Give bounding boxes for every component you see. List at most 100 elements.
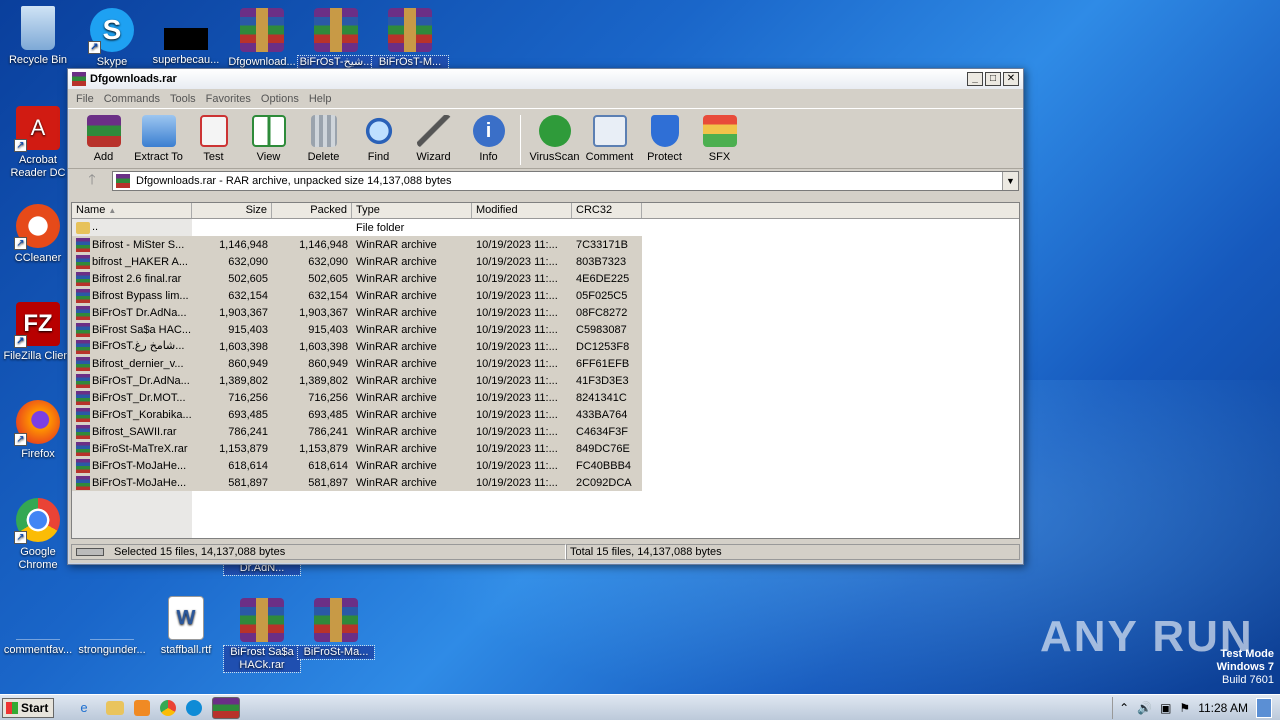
file-row[interactable]: Bifrost_dernier_v... 860,949 860,949 WinRAR… bbox=[72, 355, 1019, 372]
desktop-icon-superbecau[interactable]: superbecau... bbox=[148, 28, 224, 67]
tray-chevron-up-icon[interactable]: ⌃ bbox=[1119, 701, 1129, 715]
folder-icon bbox=[141, 115, 176, 147]
add-icon bbox=[86, 115, 121, 147]
file-name: BiFrOsT_Dr.AdNa... bbox=[92, 374, 190, 387]
info-button[interactable]: i Info bbox=[461, 115, 516, 163]
file-row[interactable]: BiFrOsT Dr.AdNa... 1,903,367 1,903,367 WinR… bbox=[72, 304, 1019, 321]
column-crc32[interactable]: CRC32 bbox=[572, 203, 642, 218]
window-titlebar[interactable]: Dfgownloads.rar _ □ ✕ bbox=[68, 69, 1023, 89]
menu-file[interactable]: File bbox=[72, 93, 100, 105]
file-packed: 786,241 bbox=[308, 425, 348, 438]
trash-icon bbox=[310, 115, 337, 147]
maximize-button[interactable]: □ bbox=[985, 72, 1001, 86]
file-row[interactable]: BiFrOsT.شامخ رغ... 1,603,398 1,603,398 WinR… bbox=[72, 338, 1019, 355]
file-name: BiFrOsT-MoJaHe... bbox=[92, 476, 187, 489]
winrar-taskbar-icon[interactable] bbox=[212, 696, 240, 719]
desktop-icon-label: FileZilla Client bbox=[3, 350, 73, 362]
menu-tools[interactable]: Tools bbox=[166, 93, 202, 105]
file-crc: C5983087 bbox=[576, 323, 627, 336]
test-button[interactable]: Test bbox=[186, 115, 241, 163]
address-bar[interactable]: Dfgownloads.rar - RAR archive, unpacked … bbox=[112, 170, 1019, 191]
extract-to-button[interactable]: Extract To bbox=[131, 115, 186, 163]
desktop-icon-staffball[interactable]: W staffball.rtf bbox=[148, 596, 224, 657]
desktop-icon-firefox[interactable]: ↗ Firefox bbox=[0, 400, 76, 461]
file-modified: 10/19/2023 11:... bbox=[476, 391, 558, 404]
ccleaner-icon: ↗ bbox=[14, 204, 60, 250]
file-row[interactable]: Bifrost - MiSter S... 1,146,948 1,146,948 W… bbox=[72, 236, 1019, 253]
menu-favorites[interactable]: Favorites bbox=[202, 93, 257, 105]
delete-button[interactable]: Delete bbox=[296, 115, 351, 163]
menu-help[interactable]: Help bbox=[305, 93, 338, 105]
desktop-icon-chrome[interactable]: ↗ Google Chrome bbox=[0, 498, 76, 572]
column-packed[interactable]: Packed bbox=[272, 203, 352, 218]
winrar-icon bbox=[72, 72, 86, 86]
ie-icon[interactable]: e bbox=[72, 697, 96, 719]
desktop-icon-bifrost-ma[interactable]: BiFroSt-Ma... bbox=[297, 598, 375, 660]
rar-file-icon bbox=[76, 254, 90, 269]
file-row[interactable]: BiFrOsT_Korabika... 693,485 693,485 WinRAR … bbox=[72, 406, 1019, 423]
column-name[interactable]: Name ▲ bbox=[72, 203, 192, 218]
desktop-icon-filezilla[interactable]: FZ ↗ FileZilla Client bbox=[0, 302, 76, 363]
file-modified: 10/19/2023 11:... bbox=[476, 476, 558, 489]
minimize-button[interactable]: _ bbox=[967, 72, 983, 86]
file-row[interactable]: BiFrOsT-MoJaHe... 581,897 581,897 WinRAR ar… bbox=[72, 474, 1019, 491]
virusscan-button[interactable]: VirusScan bbox=[527, 115, 582, 163]
file-row[interactable]: Bifrost_SAWII.rar 786,241 786,241 WinRAR ar… bbox=[72, 423, 1019, 440]
file-row[interactable]: BiFrOsT_Dr.MOT... 716,256 716,256 WinRAR ar… bbox=[72, 389, 1019, 406]
add-button[interactable]: Add bbox=[76, 115, 131, 163]
parent-folder-row[interactable]: .. File folder bbox=[72, 219, 1019, 236]
desktop-icon-bifrost-m[interactable]: BiFrOsT-M... bbox=[371, 8, 449, 70]
desktop-icon-bifrost-saa[interactable]: BiFrost Sa$a HACk.rar bbox=[223, 598, 301, 673]
comment-button[interactable]: Comment bbox=[582, 115, 637, 163]
word-document-icon: W bbox=[168, 596, 204, 640]
protect-button[interactable]: Protect bbox=[637, 115, 692, 163]
desktop-icon-acrobat[interactable]: A ↗ Acrobat Reader DC bbox=[0, 106, 76, 180]
column-modified[interactable]: Modified bbox=[472, 203, 572, 218]
menu-commands[interactable]: Commands bbox=[100, 93, 166, 105]
column-type[interactable]: Type bbox=[352, 203, 472, 218]
file-list[interactable]: Name ▲ Size Packed Type Modified CRC32 .… bbox=[71, 202, 1020, 539]
file-row[interactable]: BiFrOsT-MoJaHe... 618,614 618,614 WinRAR ar… bbox=[72, 457, 1019, 474]
file-modified: 10/19/2023 11:... bbox=[476, 408, 558, 421]
close-button[interactable]: ✕ bbox=[1003, 72, 1019, 86]
file-row[interactable]: Bifrost Bypass lim... 632,154 632,154 WinRA… bbox=[72, 287, 1019, 304]
desktop-icon-commentfav[interactable]: commentfav... bbox=[0, 620, 76, 657]
desktop-icon-label: Google Chrome bbox=[18, 546, 58, 571]
rar-file-icon bbox=[76, 373, 90, 388]
file-row[interactable]: bifrost _HAKER A... 632,090 632,090 WinRAR … bbox=[72, 253, 1019, 270]
desktop-icon-label: BiFrost Sa$a HACk.rar bbox=[223, 645, 301, 673]
find-button[interactable]: Find bbox=[351, 115, 406, 163]
network-icon[interactable]: ▣ bbox=[1160, 701, 1171, 715]
desktop-icon-skype[interactable]: S ↗ Skype bbox=[74, 8, 150, 69]
start-button[interactable]: Start bbox=[2, 697, 54, 718]
file-row[interactable]: BiFrOsT_Dr.AdNa... 1,389,802 1,389,802 WinR… bbox=[72, 372, 1019, 389]
wizard-button[interactable]: Wizard bbox=[406, 115, 461, 163]
show-desktop-button[interactable] bbox=[1256, 697, 1272, 718]
chrome-taskbar-icon[interactable] bbox=[160, 699, 176, 716]
file-row[interactable]: BiFroSt-MaTreX.rar 1,153,879 1,153,879 WinR… bbox=[72, 440, 1019, 457]
file-row[interactable]: BiFrost Sa$a HAC... 915,403 915,403 WinRAR … bbox=[72, 321, 1019, 338]
edge-icon[interactable] bbox=[186, 699, 202, 716]
column-size[interactable]: Size bbox=[192, 203, 272, 218]
clock[interactable]: 11:28 AM bbox=[1198, 701, 1248, 715]
explorer-folder-icon[interactable] bbox=[106, 700, 124, 715]
volume-icon[interactable]: 🔊 bbox=[1137, 701, 1152, 715]
view-button[interactable]: View bbox=[241, 115, 296, 163]
chevron-down-icon[interactable]: ▼ bbox=[1002, 171, 1018, 190]
desktop-icon-dfgownload[interactable]: Dfgownload... bbox=[224, 8, 300, 69]
sfx-button[interactable]: SFX bbox=[692, 115, 747, 163]
status-selected: Selected 15 files, 14,137,088 bytes bbox=[114, 546, 286, 558]
file-modified: 10/19/2023 11:... bbox=[476, 425, 558, 438]
menu-options[interactable]: Options bbox=[257, 93, 305, 105]
rar-file-icon bbox=[76, 305, 90, 320]
desktop-icon-ccleaner[interactable]: ↗ CCleaner bbox=[0, 204, 76, 265]
winrar-window[interactable]: Dfgownloads.rar _ □ ✕ File Commands Tool… bbox=[67, 68, 1024, 565]
up-arrow-icon[interactable]: 🡑 bbox=[72, 169, 112, 193]
file-modified: 10/19/2023 11:... bbox=[476, 272, 558, 285]
desktop-icon-recycle-bin[interactable]: Recycle Bin bbox=[0, 6, 76, 67]
media-player-icon[interactable] bbox=[134, 699, 150, 716]
action-center-flag-icon[interactable]: ⚑ bbox=[1179, 701, 1190, 715]
file-row[interactable]: Bifrost 2.6 final.rar 502,605 502,605 WinRA… bbox=[72, 270, 1019, 287]
desktop-icon-bifrost-arabic[interactable]: BiFrOsT-شيخ... bbox=[297, 8, 375, 70]
desktop-icon-strongunder[interactable]: strongunder... bbox=[74, 620, 150, 657]
